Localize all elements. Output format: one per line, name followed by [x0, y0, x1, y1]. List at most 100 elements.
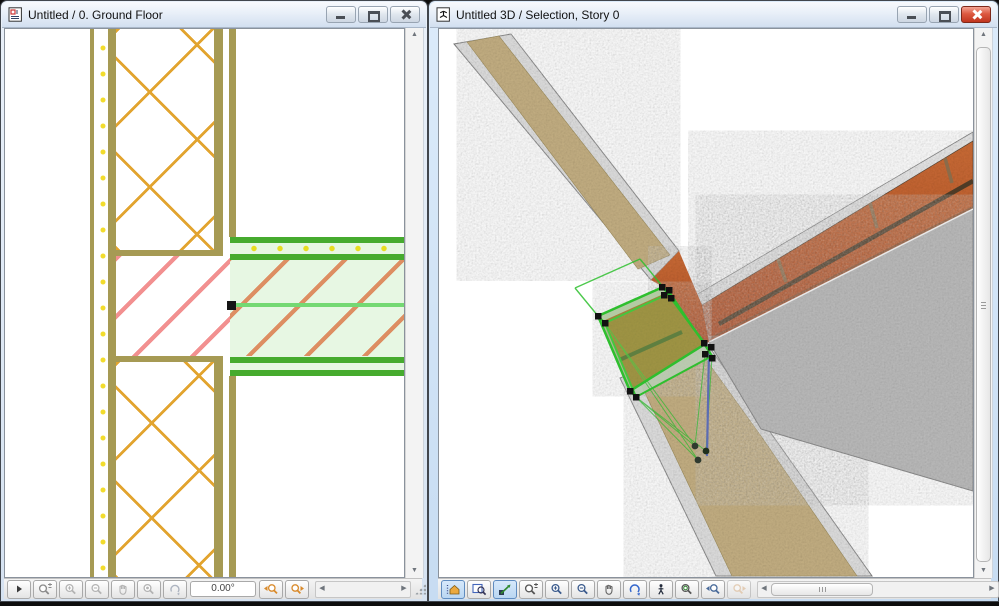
three-d-document-icon — [436, 7, 450, 22]
maximize-icon — [939, 11, 951, 22]
pan-hand-icon — [605, 584, 613, 595]
wall-tie-dots — [99, 29, 107, 577]
navigation-mode-icon — [499, 584, 511, 595]
thumb-grip — [981, 304, 986, 306]
maximize-button[interactable] — [358, 6, 388, 23]
zoom-out-icon — [576, 583, 588, 594]
projection-settings-button[interactable] — [441, 579, 465, 599]
zoom-in-button[interactable] — [545, 579, 569, 599]
resize-grip[interactable] — [415, 583, 426, 595]
wall-insulation-hatch-lower — [116, 362, 214, 577]
slab-reference-line — [233, 303, 404, 307]
wall-insulation-hatch-upper — [116, 29, 214, 250]
zoom-combined-button[interactable] — [33, 579, 57, 599]
floor-plan-titlebar[interactable]: Untitled / 0. Ground Floor — [2, 2, 426, 28]
minimize-button[interactable] — [326, 6, 356, 23]
maximize-icon — [368, 11, 380, 22]
slab-top-edge-line-1 — [230, 237, 404, 243]
fit-in-window-icon — [680, 583, 692, 594]
zoom-out-button[interactable] — [571, 579, 595, 599]
projection-settings-icon — [446, 584, 460, 594]
slab-membrane-dots — [233, 244, 404, 253]
zoom-out-button[interactable] — [85, 579, 109, 599]
wall-finish-line-lower — [229, 376, 236, 577]
zoom-out-icon — [90, 583, 102, 594]
close-icon — [401, 10, 410, 19]
scroll-left-icon[interactable]: ◀ — [316, 582, 328, 597]
zoom-window-button[interactable] — [467, 579, 491, 599]
pan-hand-icon — [119, 584, 127, 595]
next-zoom-icon — [291, 583, 304, 594]
fit-in-window-icon — [142, 583, 154, 594]
scroll-up-icon[interactable]: ▲ — [975, 28, 992, 42]
flyout-button[interactable] — [7, 579, 31, 599]
close-button[interactable] — [961, 6, 991, 23]
slab-selection-handle[interactable] — [227, 301, 236, 310]
vertical-scrollbar-thumb[interactable] — [976, 47, 991, 562]
slab-top-edge-line-2 — [230, 254, 404, 260]
scroll-up-icon[interactable]: ▲ — [406, 28, 423, 42]
wall-inner-leaf-line-upper — [214, 29, 223, 250]
previous-view-button[interactable] — [701, 579, 725, 599]
navigation-mode-button[interactable] — [493, 579, 517, 599]
explore-button[interactable] — [649, 579, 673, 599]
zoom-combined-icon — [38, 582, 52, 595]
orbit-icon — [629, 583, 640, 596]
horizontal-scrollbar-thumb[interactable] — [771, 582, 873, 596]
wall-outer-face-line — [90, 29, 94, 577]
next-zoom-button[interactable] — [285, 579, 309, 599]
vertical-scrollbar[interactable]: ▲ ▼ — [405, 28, 424, 578]
zoom-window-icon — [471, 583, 486, 595]
fit-in-window-button[interactable] — [675, 579, 699, 599]
rotation-angle-field[interactable]: 0.00° — [190, 581, 256, 597]
zoom-combined-button[interactable] — [519, 579, 543, 599]
walk-person-icon — [658, 583, 664, 595]
previous-zoom-button[interactable] — [259, 579, 283, 599]
floor-plan-canvas[interactable] — [4, 28, 405, 578]
floor-plan-toolbar: 0.00° ◀ ▶ — [4, 578, 426, 599]
three-d-toolbar: ◀ ▶ — [438, 578, 999, 599]
desktop: { "left_window": { "title": "Untitled / … — [0, 0, 999, 606]
slab-hatch-in-wall — [116, 256, 230, 356]
horizontal-scrollbar[interactable]: ◀ ▶ — [757, 580, 999, 598]
vertical-scrollbar[interactable]: ▲ ▼ — [974, 28, 993, 578]
three-d-window: Untitled 3D / Selection, Story 0 ▲ ▼ ◀ ▶ — [428, 0, 999, 602]
close-button[interactable] — [390, 6, 420, 23]
previous-view-icon — [706, 583, 720, 594]
zoom-combined-icon — [524, 582, 538, 595]
minimize-button[interactable] — [897, 6, 927, 23]
scroll-down-icon[interactable]: ▼ — [406, 564, 423, 578]
slab-bottom-edge-line-1 — [230, 357, 404, 363]
fit-in-window-button[interactable] — [137, 579, 161, 599]
previous-zoom-icon — [264, 583, 278, 594]
window-title: Untitled 3D / Selection, Story 0 — [456, 7, 620, 22]
zoom-in-button[interactable] — [59, 579, 83, 599]
minimize-icon — [336, 16, 345, 19]
scroll-right-icon[interactable]: ▶ — [398, 582, 410, 597]
next-view-button[interactable] — [727, 579, 751, 599]
flyout-arrow-icon — [17, 585, 22, 593]
scroll-left-icon[interactable]: ◀ — [758, 582, 770, 597]
pan-button[interactable] — [111, 579, 135, 599]
rotate-view-icon — [170, 584, 180, 595]
horizontal-scrollbar[interactable]: ◀ ▶ — [315, 580, 411, 598]
rotate-view-button[interactable] — [163, 579, 187, 599]
window-title: Untitled / 0. Ground Floor — [28, 7, 163, 22]
floor-plan-document-icon — [8, 7, 22, 22]
maximize-button[interactable] — [929, 6, 959, 23]
thumb-grip — [822, 586, 823, 592]
scroll-right-icon[interactable]: ▶ — [986, 582, 998, 597]
wall-face-line — [108, 29, 116, 577]
pan-button[interactable] — [597, 579, 621, 599]
three-d-scene — [439, 29, 973, 577]
close-icon — [972, 10, 981, 19]
three-d-canvas[interactable] — [438, 28, 974, 578]
minimize-icon — [907, 16, 916, 19]
three-d-titlebar[interactable]: Untitled 3D / Selection, Story 0 — [430, 2, 997, 28]
zoom-in-icon — [64, 583, 76, 594]
orbit-button[interactable] — [623, 579, 647, 599]
scroll-down-icon[interactable]: ▼ — [975, 564, 992, 578]
wall-finish-line-upper — [229, 29, 236, 237]
slab-bottom-edge-line-2 — [230, 370, 404, 376]
floor-plan-window: Untitled / 0. Ground Floor ▲ ▼ 0.00° ◀ ▶ — [0, 0, 428, 602]
